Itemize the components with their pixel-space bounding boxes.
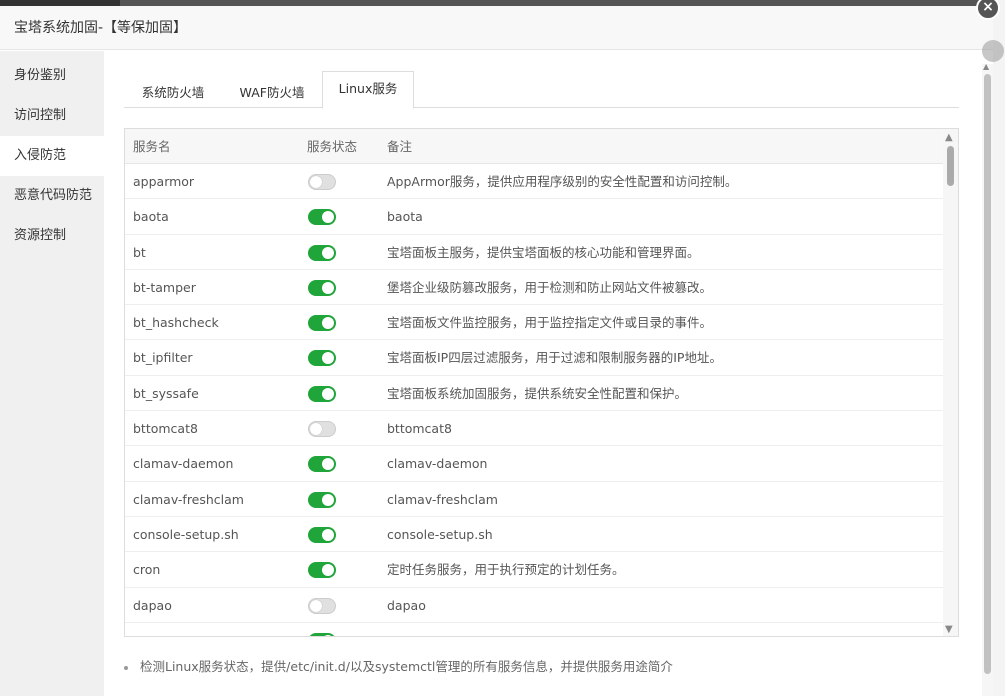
service-status-toggle[interactable] <box>308 632 336 636</box>
dialog-scrollbar-thumb[interactable] <box>984 74 991 674</box>
service-status-toggle[interactable] <box>308 174 336 190</box>
toggle-knob <box>322 211 334 224</box>
service-status-toggle[interactable] <box>308 385 336 402</box>
tab-bar: 系统防火墙 WAF防火墙 Linux服务 <box>124 71 959 109</box>
toggle-knob <box>322 352 334 365</box>
service-name: clamav-daemon <box>133 456 234 472</box>
table-row: bt-tamper 堡塔企业级防篡改服务，用于检测和防止网站文件被篡改。 <box>125 270 958 306</box>
bullet-icon <box>124 665 128 670</box>
column-header-status: 服务状态 <box>307 139 358 154</box>
service-name: cron <box>133 562 161 578</box>
help-text: 检测Linux服务状态，提供/etc/init.d/以及systemctl管理的… <box>140 659 673 674</box>
service-name: bttomcat8 <box>133 421 198 437</box>
table-row: bttomcat8 bttomcat8 <box>125 411 958 447</box>
service-name: dapao <box>133 597 172 613</box>
sidebar-item-0[interactable]: 身份鉴别 <box>0 56 104 96</box>
service-note: baota <box>387 209 423 225</box>
table-row: bt_syssafe 宝塔面板系统加固服务，提供系统安全性配置和保护。 <box>125 376 958 412</box>
sidebar-item-3[interactable]: 恶意代码防范 <box>0 176 104 216</box>
service-name: bt_ipfilter <box>133 350 193 366</box>
dialog-scrollbar[interactable]: ▲ <box>982 62 993 696</box>
service-note: bttomcat8 <box>387 421 452 437</box>
service-status-toggle[interactable] <box>308 209 336 226</box>
toggle-knob <box>310 599 322 612</box>
table-scrollbar[interactable]: ▲ ▼ <box>943 129 958 636</box>
sidebar: 身份鉴别 访问控制 入侵防范 恶意代码防范 资源控制 <box>0 51 104 696</box>
table-row: dapao dapao <box>125 588 958 623</box>
table-row: console-setup.sh console-setup.sh <box>125 517 958 553</box>
service-name: baota <box>133 209 169 225</box>
service-status-toggle[interactable] <box>308 491 336 508</box>
toggle-knob <box>310 176 322 188</box>
service-name: clamav-freshclam <box>133 491 244 507</box>
service-status-toggle[interactable] <box>308 562 336 579</box>
table-row: apparmor AppArmor服务，提供应用程序级别的安全性配置和访问控制。 <box>125 164 958 200</box>
service-status-toggle[interactable] <box>308 244 336 261</box>
sidebar-item-2[interactable]: 入侵防范 <box>0 136 104 176</box>
service-note: 宝塔面板主服务，提供宝塔面板的核心功能和管理界面。 <box>387 244 700 260</box>
service-status-toggle[interactable] <box>308 421 336 438</box>
service-status-toggle[interactable] <box>308 279 336 296</box>
toggle-knob <box>322 564 334 577</box>
scrollbar-thumb[interactable] <box>947 146 954 186</box>
dialog-title: 宝塔系统加固-【等保加固】 <box>0 6 993 50</box>
table-row: baota baota <box>125 199 958 235</box>
service-note: AppArmor服务，提供应用程序级别的安全性配置和访问控制。 <box>387 174 738 189</box>
table-row: bt_ipfilter 宝塔面板IP四层过滤服务，用于过滤和限制服务器的IP地址。 <box>125 340 958 376</box>
hardening-dialog: 宝塔系统加固-【等保加固】 身份鉴别 访问控制 入侵防范 恶意代码防范 资源控制 系统防… <box>0 6 993 696</box>
background-close-icon <box>982 40 1004 62</box>
table-row <box>125 623 958 636</box>
service-name: apparmor <box>133 174 195 189</box>
service-note: clamav-daemon <box>387 456 488 472</box>
tab-1[interactable]: WAF防火墙 <box>222 77 322 108</box>
dialog-scroll-up-icon[interactable]: ▲ <box>983 62 989 71</box>
toggle-knob <box>322 281 334 294</box>
service-status-toggle[interactable] <box>308 315 336 332</box>
toggle-knob <box>322 528 334 541</box>
table-row: cron 定时任务服务，用于执行预定的计划任务。 <box>125 552 958 588</box>
sidebar-item-4[interactable]: 资源控制 <box>0 216 104 256</box>
tab-0[interactable]: 系统防火墙 <box>124 77 222 108</box>
service-status-toggle[interactable] <box>308 526 336 543</box>
toggle-knob <box>322 317 334 330</box>
toggle-knob <box>322 634 334 636</box>
column-header-name: 服务名 <box>133 139 171 154</box>
service-note: clamav-freshclam <box>387 491 498 507</box>
service-status-toggle[interactable] <box>308 597 336 614</box>
table-row: bt 宝塔面板主服务，提供宝塔面板的核心功能和管理界面。 <box>125 235 958 270</box>
toggle-knob <box>322 493 334 506</box>
service-name: console-setup.sh <box>133 526 239 542</box>
table-row: clamav-daemon clamav-daemon <box>125 446 958 482</box>
service-name: bt_syssafe <box>133 385 199 401</box>
toggle-knob <box>322 246 334 259</box>
service-note: dapao <box>387 597 426 613</box>
service-status-toggle[interactable] <box>308 350 336 367</box>
table-body: apparmor AppArmor服务，提供应用程序级别的安全性配置和访问控制。 b… <box>125 164 958 636</box>
toggle-knob <box>310 423 322 436</box>
scroll-down-icon[interactable]: ▼ <box>945 624 953 635</box>
table-row: clamav-freshclam clamav-freshclam <box>125 482 958 517</box>
table-row: bt_hashcheck 宝塔面板文件监控服务，用于监控指定文件或目录的事件。 <box>125 305 958 341</box>
table-header: 服务名 服务状态 备注 <box>125 129 958 164</box>
service-note: 宝塔面板IP四层过滤服务，用于过滤和限制服务器的IP地址。 <box>387 350 722 366</box>
service-note: 宝塔面板系统加固服务，提供系统安全性配置和保护。 <box>387 385 688 401</box>
tab-2[interactable]: Linux服务 <box>322 71 414 109</box>
service-note: 定时任务服务，用于执行预定的计划任务。 <box>387 562 625 578</box>
service-note: 宝塔面板文件监控服务，用于监控指定文件或目录的事件。 <box>387 315 713 331</box>
service-name: bt <box>133 244 146 260</box>
service-name: bt_hashcheck <box>133 315 219 331</box>
service-note: 堡塔企业级防篡改服务，用于检测和防止网站文件被篡改。 <box>387 279 713 295</box>
service-note: console-setup.sh <box>387 526 493 542</box>
column-header-note: 备注 <box>387 139 413 154</box>
scroll-up-icon[interactable]: ▲ <box>945 132 953 143</box>
service-name: bt-tamper <box>133 279 196 295</box>
toggle-knob <box>322 458 334 471</box>
sidebar-item-1[interactable]: 访问控制 <box>0 96 104 136</box>
service-status-toggle[interactable] <box>308 456 336 473</box>
toggle-knob <box>322 387 334 400</box>
main-panel: 系统防火墙 WAF防火墙 Linux服务 服务名 服务状态 备注 apparmor A… <box>104 51 993 696</box>
help-note: 检测Linux服务状态，提供/etc/init.d/以及systemctl管理的… <box>124 656 673 675</box>
services-table: 服务名 服务状态 备注 apparmor AppArmor服务，提供应用程序级别的… <box>124 128 959 637</box>
